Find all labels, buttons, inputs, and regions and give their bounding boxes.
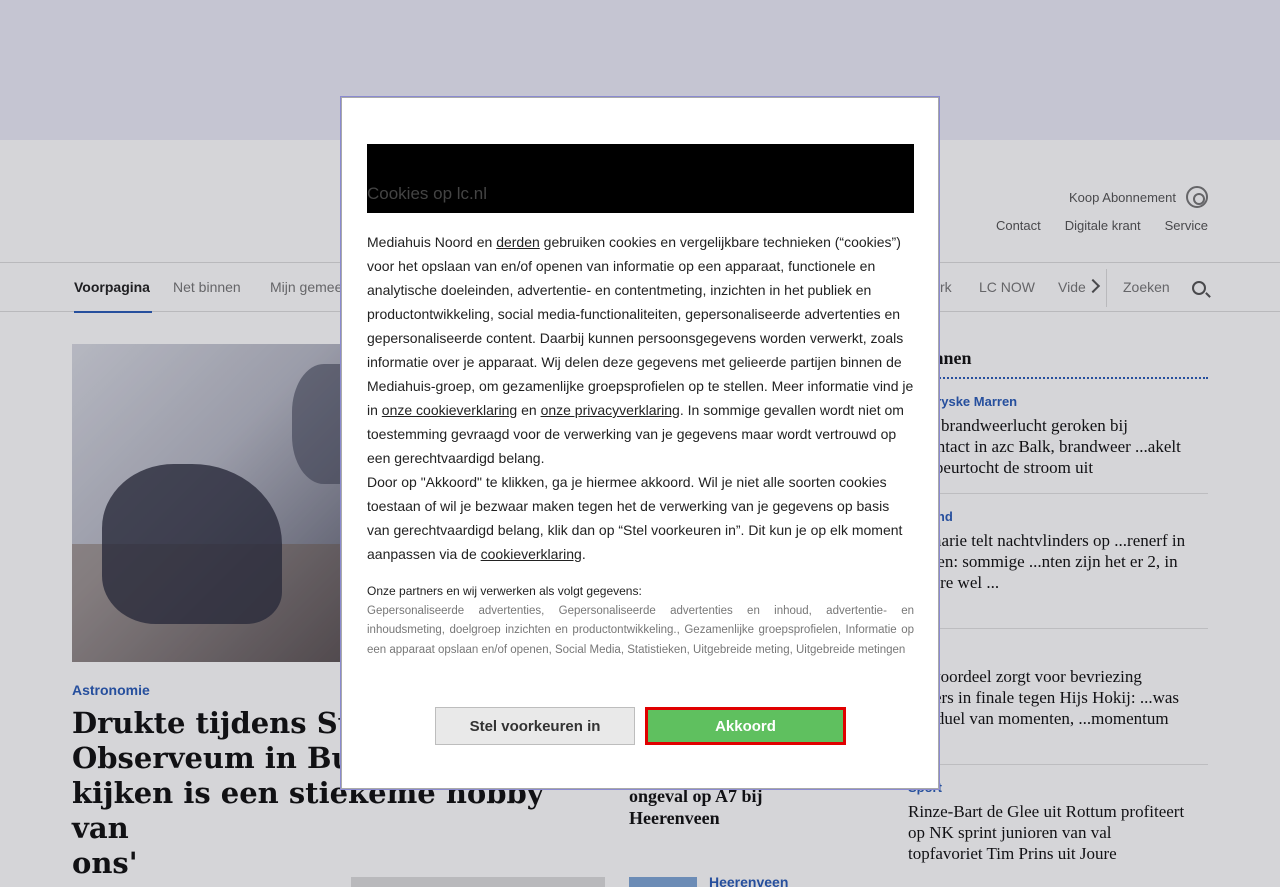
body-text: Door op "Akkoord" te klikken, ga je hier…	[367, 474, 903, 562]
cookie-dialog-body: Mediahuis Noord en derden gebruiken cook…	[367, 230, 914, 566]
cookie-dialog-title: Cookies op lc.nl	[367, 184, 488, 203]
set-preferences-button[interactable]: Stel voorkeuren in	[435, 707, 635, 745]
derden-link[interactable]: derden	[496, 234, 540, 250]
body-text: Mediahuis Noord en	[367, 234, 497, 250]
cookie-consent-dialog: Cookies op lc.nl Mediahuis Noord en derd…	[341, 97, 939, 789]
partners-text: Gepersonaliseerde advertenties, Geperson…	[367, 604, 914, 656]
partners-heading: Onze partners en wij verwerken als volgt…	[367, 584, 642, 598]
cookie-dialog-header: Cookies op lc.nl	[367, 144, 914, 213]
privacy-statement-link[interactable]: onze privacyverklaring	[541, 402, 680, 418]
body-text: en	[517, 402, 541, 418]
body-text: .	[581, 546, 586, 562]
partners-section: Onze partners en wij verwerken als volgt…	[367, 582, 914, 660]
cookie-statement-link[interactable]: onze cookieverklaring	[382, 402, 517, 418]
accept-button[interactable]: Akkoord	[645, 707, 846, 745]
body-text: gebruiken cookies en vergelijkbare techn…	[367, 234, 914, 418]
cookie-statement-link-2[interactable]: cookieverklaring	[481, 546, 582, 562]
